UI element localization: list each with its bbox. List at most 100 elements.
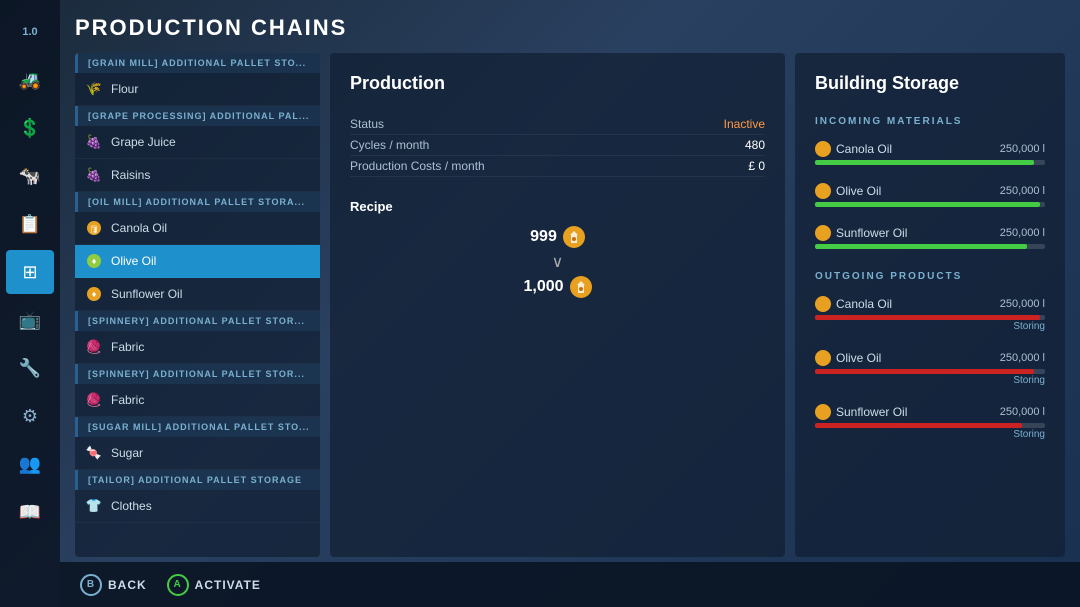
machine-icon: 🔧 <box>19 358 41 379</box>
animal-icon: 🐄 <box>19 166 41 187</box>
main-content: PRODUCTION CHAINS [GRAIN MILL] ADDITIONA… <box>60 0 1080 607</box>
guide-icon: 📖 <box>19 502 41 523</box>
incoming-canola: Canola Oil 250,000 l <box>815 141 1045 165</box>
back-button[interactable]: B BACK <box>80 574 147 596</box>
outgoing-label: OUTGOING PRODUCTS <box>815 271 1045 282</box>
sidebar-item-monitor[interactable]: 📺 <box>6 298 54 342</box>
recipe-output-icon <box>570 276 592 298</box>
fabric1-icon: 🧶 <box>85 338 103 356</box>
production-stats: Status Inactive Cycles / month 480 Produ… <box>350 114 765 177</box>
svg-text:♦: ♦ <box>92 256 97 266</box>
section-tailor: [TAILOR] ADDITIONAL PALLET STORAGE <box>75 470 320 490</box>
section-spinnery1: [SPINNERY] ADDITIONAL PALLET STOR... <box>75 311 320 331</box>
book-icon: 📋 <box>19 214 41 235</box>
stats-row-costs: Production Costs / month £ 0 <box>350 156 765 177</box>
flour-icon: 🌾 <box>85 80 103 98</box>
section-grape: [GRAPE PROCESSING] ADDITIONAL PAL... <box>75 106 320 126</box>
section-oil-mill: [OIL MILL] ADDITIONAL PALLET STORA... <box>75 192 320 212</box>
canola-storing-label: Storing <box>815 321 1045 332</box>
recipe-input-icon <box>563 226 585 248</box>
sidebar-item-org[interactable]: 👥 <box>6 442 54 486</box>
sidebar-item-production[interactable]: ⊞ <box>6 250 54 294</box>
recipe-arrow: ∨ <box>552 252 564 272</box>
production-panel: Production Status Inactive Cycles / mont… <box>330 53 785 557</box>
list-item-flour[interactable]: 🌾 Flour <box>75 73 320 106</box>
canola-out-bar <box>815 315 1045 320</box>
sidebar-item-guide[interactable]: 📖 <box>6 490 54 534</box>
version-icon: 1.0 <box>22 26 37 38</box>
svg-text:🛢: 🛢 <box>89 225 99 234</box>
canola-out-name: Canola Oil <box>836 297 892 311</box>
juice-icon: 🍇 <box>85 133 103 151</box>
olive-out-name: Olive Oil <box>836 351 881 365</box>
olive-out-bar <box>815 369 1045 374</box>
incoming-sunflower: Sunflower Oil 250,000 l <box>815 225 1045 249</box>
section-spinnery2: [SPINNERY] ADDITIONAL PALLET STOR... <box>75 364 320 384</box>
activate-label: ACTIVATE <box>195 578 261 592</box>
list-item-canola-oil[interactable]: 🛢 Canola Oil <box>75 212 320 245</box>
sunflower-out-bar <box>815 423 1045 428</box>
canola-incoming-bar <box>815 160 1045 165</box>
sidebar-item-animal[interactable]: 🐄 <box>6 154 54 198</box>
olive-storing-label: Storing <box>815 375 1045 386</box>
bottom-bar: B BACK A ACTIVATE <box>60 562 1080 607</box>
sunflower-incoming-bar <box>815 244 1045 249</box>
sidebar-item-tractor[interactable]: 🚜 <box>6 58 54 102</box>
outgoing-canola: Canola Oil 250,000 l Storing <box>815 296 1045 332</box>
canola-incoming-icon <box>815 141 831 157</box>
list-item-olive-oil[interactable]: ♦ Olive Oil <box>75 245 320 278</box>
sugar-icon: 🍬 <box>85 444 103 462</box>
sidebar-item-money[interactable]: 💲 <box>6 106 54 150</box>
canola-incoming-name: Canola Oil <box>836 142 892 156</box>
raisins-icon: 🍇 <box>85 166 103 184</box>
svg-text:♦: ♦ <box>92 289 97 299</box>
section-sugar-mill: [SUGAR MILL] ADDITIONAL PALLET STO... <box>75 417 320 437</box>
list-item-grape-juice[interactable]: 🍇 Grape Juice <box>75 126 320 159</box>
canola-incoming-fill <box>815 160 1034 165</box>
back-key: B <box>80 574 102 596</box>
list-item-sunflower-oil[interactable]: ♦ Sunflower Oil <box>75 278 320 311</box>
canola-out-fill <box>815 315 1040 320</box>
outgoing-sunflower: Sunflower Oil 250,000 l Storing <box>815 404 1045 440</box>
org-icon: 👥 <box>19 454 41 475</box>
outgoing-olive: Olive Oil 250,000 l Storing <box>815 350 1045 386</box>
activate-button[interactable]: A ACTIVATE <box>167 574 261 596</box>
tractor-icon: 🚜 <box>19 70 41 91</box>
monitor-icon: 📺 <box>19 310 41 331</box>
olive-out-icon <box>815 350 831 366</box>
olive-incoming-amount: 250,000 l <box>1000 185 1045 197</box>
sunflower-out-icon <box>815 404 831 420</box>
list-item-raisins[interactable]: 🍇 Raisins <box>75 159 320 192</box>
sunflower-out-amount: 250,000 l <box>1000 406 1045 418</box>
production-list[interactable]: [GRAIN MILL] ADDITIONAL PALLET STO... 🌾 … <box>75 53 320 557</box>
back-label: BACK <box>108 578 147 592</box>
canola-icon: 🛢 <box>85 219 103 237</box>
money-icon: 💲 <box>19 118 41 139</box>
sidebar-item-gear[interactable]: ⚙ <box>6 394 54 438</box>
storage-panel: Building Storage INCOMING MATERIALS Cano… <box>795 53 1065 557</box>
olive-oil-icon: ♦ <box>85 252 103 270</box>
incoming-olive: Olive Oil 250,000 l <box>815 183 1045 207</box>
production-title: Production <box>350 73 765 94</box>
production-icon: ⊞ <box>22 262 37 283</box>
recipe-items: 999 ∨ 1,000 <box>350 226 765 298</box>
sunflower-out-name: Sunflower Oil <box>836 405 907 419</box>
canola-out-icon <box>815 296 831 312</box>
sidebar-item-book[interactable]: 📋 <box>6 202 54 246</box>
section-grain-mill: [GRAIN MILL] ADDITIONAL PALLET STO... <box>75 53 320 73</box>
olive-out-fill <box>815 369 1034 374</box>
recipe-section: Recipe 999 ∨ 1,00 <box>350 199 765 298</box>
list-item-fabric1[interactable]: 🧶 Fabric <box>75 331 320 364</box>
gear-icon: ⚙ <box>22 406 38 427</box>
sidebar-item-version[interactable]: 1.0 <box>6 10 54 54</box>
sunflower-incoming-name: Sunflower Oil <box>836 226 907 240</box>
sidebar-item-machine[interactable]: 🔧 <box>6 346 54 390</box>
activate-key: A <box>167 574 189 596</box>
list-item-sugar[interactable]: 🍬 Sugar <box>75 437 320 470</box>
stats-row-cycles: Cycles / month 480 <box>350 135 765 156</box>
list-item-clothes[interactable]: 👕 Clothes <box>75 490 320 523</box>
list-item-fabric2[interactable]: 🧶 Fabric <box>75 384 320 417</box>
olive-incoming-name: Olive Oil <box>836 184 881 198</box>
sunflower-storing-label: Storing <box>815 429 1045 440</box>
recipe-input: 999 <box>530 226 585 248</box>
